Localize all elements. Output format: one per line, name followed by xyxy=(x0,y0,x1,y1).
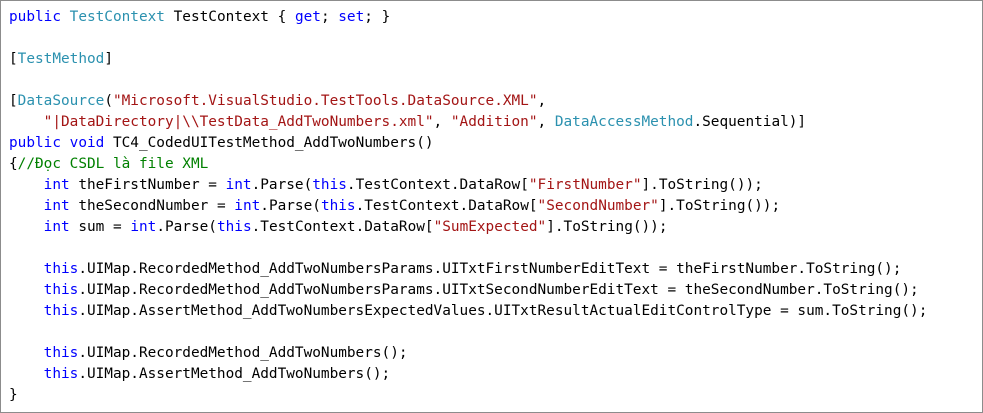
code-text: .Sequential)] xyxy=(693,114,807,130)
code-line: this.UIMap.RecordedMethod_AddTwoNumbers(… xyxy=(9,343,927,364)
code-line: this.UIMap.RecordedMethod_AddTwoNumbersP… xyxy=(9,280,927,301)
type-token: DataSource xyxy=(17,93,105,109)
code-text: .UIMap.RecordedMethod_AddTwoNumbers(); xyxy=(78,345,408,361)
code-text: .Parse( xyxy=(260,198,321,214)
keyword-token: public xyxy=(9,9,61,25)
keyword-token: this xyxy=(43,261,79,277)
keyword-token: int xyxy=(43,198,70,214)
code-text: .UIMap.RecordedMethod_AddTwoNumbersParam… xyxy=(78,261,902,277)
keyword-token: this xyxy=(320,198,356,214)
code-line: [DataSource("Microsoft.VisualStudio.Test… xyxy=(9,91,927,112)
code-text: sum = xyxy=(69,219,131,235)
code-text: .UIMap.AssertMethod_AddTwoNumbers(); xyxy=(78,366,391,382)
type-token: TestContext xyxy=(69,9,165,25)
code-text: .TestContext.DataRow[ xyxy=(346,177,529,193)
code-text: ].ToString()); xyxy=(546,219,668,235)
code-text: ] xyxy=(104,51,113,67)
code-text: ].ToString()); xyxy=(658,198,781,214)
code-text: .TestContext.DataRow[ xyxy=(355,198,538,214)
keyword-token: int xyxy=(43,219,70,235)
code-text: theSecondNumber = xyxy=(69,198,235,214)
keyword-token: set xyxy=(338,9,365,25)
code-text: [ xyxy=(9,93,18,109)
keyword-token: this xyxy=(43,345,79,361)
keyword-token: get xyxy=(294,9,321,25)
keyword-token: this xyxy=(43,303,79,319)
code-text: TC4_CodedUITestMethod_AddTwoNumbers() xyxy=(104,135,434,151)
keyword-token: int xyxy=(225,177,252,193)
code-editor-frame: public TestContext TestContext { get; se… xyxy=(0,0,983,413)
keyword-token: public xyxy=(9,135,61,151)
code-text: .Parse( xyxy=(156,219,217,235)
code-line: [TestMethod] xyxy=(9,49,927,70)
type-token: DataAccessMethod xyxy=(554,114,694,130)
keyword-token: this xyxy=(216,219,252,235)
code-text: , xyxy=(433,114,451,130)
keyword-token: int xyxy=(43,177,70,193)
code-line: public void TC4_CodedUITestMethod_AddTwo… xyxy=(9,133,927,154)
string-token: "FirstNumber" xyxy=(528,177,642,193)
code-line: this.UIMap.RecordedMethod_AddTwoNumbersP… xyxy=(9,259,927,280)
code-line: int theSecondNumber = int.Parse(this.Tes… xyxy=(9,196,927,217)
code-line: {//Đọc CSDL là file XML xyxy=(9,154,927,175)
string-token: "Microsoft.VisualStudio.TestTools.DataSo… xyxy=(112,93,538,109)
code-line: "|DataDirectory|\\TestData_AddTwoNumbers… xyxy=(9,112,927,133)
code-text: , xyxy=(537,93,547,109)
code-text: } xyxy=(9,387,18,403)
code-text: ].ToString()); xyxy=(641,177,763,193)
code-line: this.UIMap.AssertMethod_AddTwoNumbersExp… xyxy=(9,301,928,322)
code-line: int sum = int.Parse(this.TestContext.Dat… xyxy=(9,217,927,238)
keyword-token: this xyxy=(312,177,347,193)
string-token: "|DataDirectory|\\TestData_AddTwoNumbers… xyxy=(43,114,434,130)
code-text: .TestContext.DataRow[ xyxy=(251,219,434,235)
code-text: ( xyxy=(104,93,113,109)
code-text: theFirstNumber = xyxy=(69,177,226,193)
keyword-token: void xyxy=(69,135,105,151)
string-token: "SumExpected" xyxy=(433,219,547,235)
code-block[interactable]: public TestContext TestContext { get; se… xyxy=(9,7,927,406)
code-line: int theFirstNumber = int.Parse(this.Test… xyxy=(9,175,927,196)
code-text: .Parse( xyxy=(251,177,313,193)
string-token: "Addition" xyxy=(450,114,538,130)
keyword-token: this xyxy=(43,366,79,382)
code-text: ; } xyxy=(364,9,391,25)
comment-token: //Đọc CSDL là file XML xyxy=(17,156,209,172)
code-line: } xyxy=(9,385,927,406)
keyword-token: int xyxy=(234,198,261,214)
code-text: .UIMap.RecordedMethod_AddTwoNumbersParam… xyxy=(78,282,919,298)
code-line: public TestContext TestContext { get; se… xyxy=(9,7,927,28)
type-token: TestMethod xyxy=(17,51,105,67)
code-text: { xyxy=(9,156,18,172)
code-text: [ xyxy=(9,51,18,67)
keyword-token: this xyxy=(43,282,79,298)
code-text: .UIMap.AssertMethod_AddTwoNumbersExpecte… xyxy=(78,303,928,319)
code-text: , xyxy=(537,114,555,130)
code-line: this.UIMap.AssertMethod_AddTwoNumbers(); xyxy=(9,364,927,385)
code-text: ; xyxy=(320,9,339,25)
code-text: TestContext { xyxy=(164,9,295,25)
string-token: "SecondNumber" xyxy=(537,198,659,214)
keyword-token: int xyxy=(130,219,157,235)
